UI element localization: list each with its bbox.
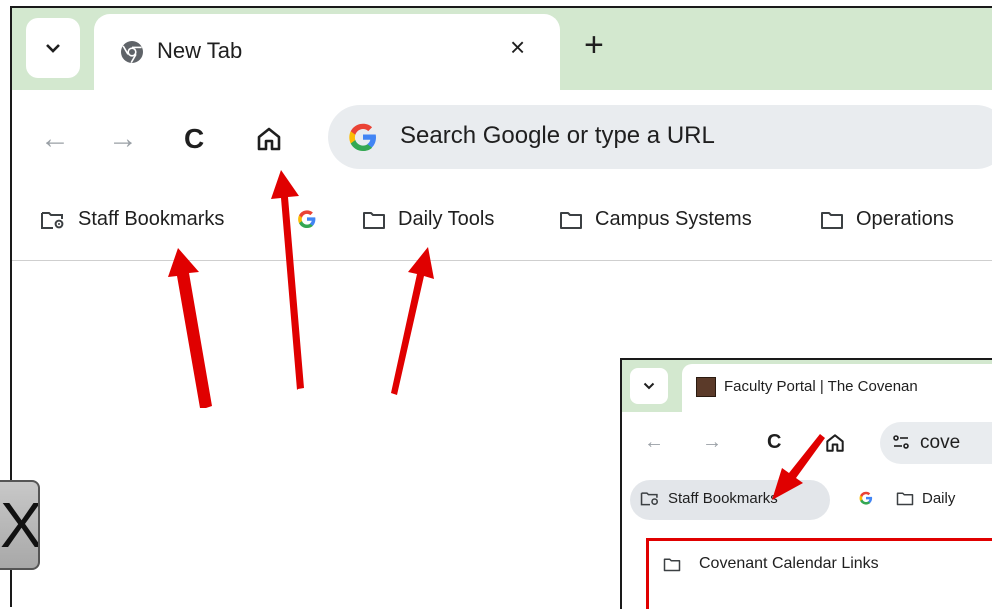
inset-browser-screenshot: Faculty Portal | The Covenan ← → C cove (620, 358, 992, 609)
inset-annotation-arrow (772, 434, 825, 500)
annotation-arrow (168, 248, 212, 408)
annotation-arrow (391, 247, 434, 395)
close-x-button[interactable]: X (0, 480, 40, 570)
annotation-arrow (271, 170, 304, 390)
annotation-arrow (772, 434, 825, 500)
